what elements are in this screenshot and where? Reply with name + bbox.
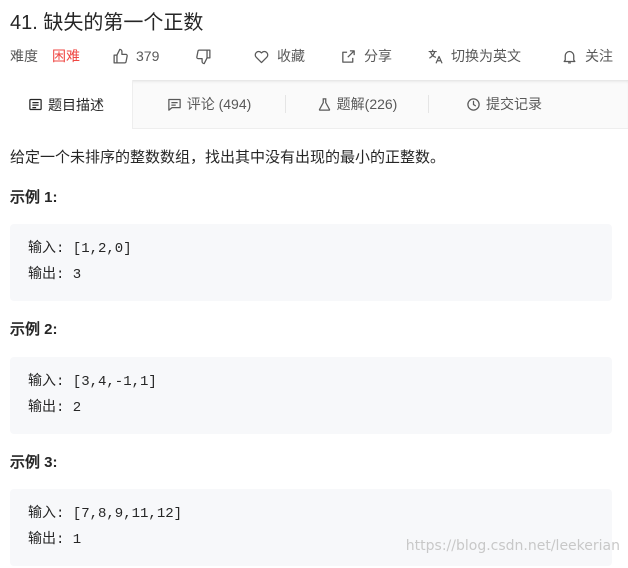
problem-tabs: 题目描述 评论 (494) 题解(226) 提交记录 <box>0 80 628 129</box>
problem-meta-bar: 难度 困难 379 收藏 分享 切换为英文 关注 <box>0 42 628 70</box>
follow-button[interactable]: 关注 <box>561 42 613 70</box>
share-button[interactable]: 分享 <box>340 42 392 70</box>
tab-submissions-label: 提交记录 <box>486 96 542 112</box>
comment-icon <box>167 98 181 111</box>
follow-label: 关注 <box>585 48 613 64</box>
example-output: 输出: 3 <box>28 267 82 283</box>
switch-language-button[interactable]: 切换为英文 <box>427 42 521 70</box>
tab-comments[interactable]: 评论 (494) <box>133 80 285 128</box>
share-icon <box>342 49 355 63</box>
example-code-block: 输入: [1,2,0] 输出: 3 <box>10 224 612 301</box>
clock-icon <box>467 97 480 111</box>
problem-title: 41. 缺失的第一个正数 <box>10 12 204 34</box>
example-code-block: 输入: [7,8,9,11,12] 输出: 1 <box>10 489 612 566</box>
like-button[interactable]: 379 <box>112 42 159 70</box>
example-title: 示例 2: <box>10 321 58 338</box>
tab-comments-label: 评论 (494) <box>186 96 252 112</box>
thumbs-up-icon <box>113 48 128 64</box>
example-output: 输出: 1 <box>28 532 82 548</box>
switch-language-label: 切换为英文 <box>451 48 521 64</box>
watermark-text: https://blog.csdn.net/leekerian <box>405 538 620 554</box>
tab-description[interactable]: 题目描述 <box>0 80 133 129</box>
problem-description: 给定一个未排序的整数数组，找出其中没有出现的最小的正整数。 <box>10 149 446 166</box>
heart-icon <box>254 50 269 63</box>
thumbs-down-icon <box>196 48 211 64</box>
translate-icon <box>428 49 443 63</box>
difficulty-badge: 困难 <box>52 48 80 64</box>
share-label: 分享 <box>364 48 392 64</box>
tab-submissions[interactable]: 提交记录 <box>429 80 579 128</box>
tab-description-label: 题目描述 <box>48 96 104 113</box>
example-output: 输出: 2 <box>28 400 82 416</box>
like-count: 379 <box>136 48 160 64</box>
bell-icon <box>563 50 576 64</box>
example-input: 输入: [1,2,0] <box>28 241 132 257</box>
tab-solutions[interactable]: 题解(226) <box>286 80 428 128</box>
example-title: 示例 1: <box>10 189 58 206</box>
document-icon <box>29 98 42 111</box>
example-title: 示例 3: <box>10 454 58 471</box>
dislike-button[interactable] <box>195 42 219 70</box>
example-code-block: 输入: [3,4,-1,1] 输出: 2 <box>10 357 612 434</box>
example-input: 输入: [3,4,-1,1] <box>28 374 157 390</box>
tab-solutions-label: 题解(226) <box>336 96 398 112</box>
difficulty-label: 难度 <box>10 48 38 64</box>
favorite-label: 收藏 <box>277 48 305 64</box>
flask-icon <box>318 97 330 111</box>
example-input: 输入: [7,8,9,11,12] <box>28 506 183 522</box>
favorite-button[interactable]: 收藏 <box>253 42 305 70</box>
